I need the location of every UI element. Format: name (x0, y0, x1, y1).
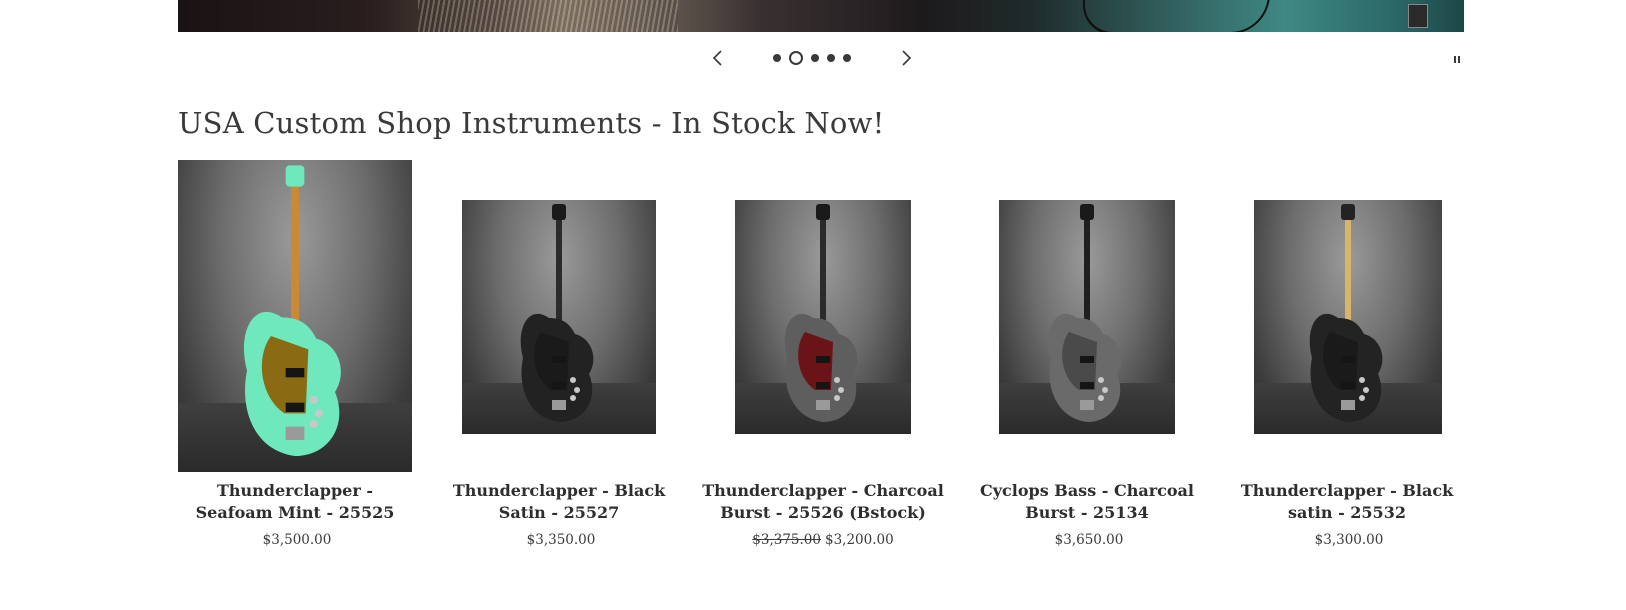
product-image[interactable] (1254, 200, 1442, 434)
product-title[interactable]: Thunderclapper - Black Satin - 25527 (442, 480, 676, 524)
product-image[interactable] (462, 200, 656, 434)
product-card[interactable]: Thunderclapper - Charcoal Burst - 25526 … (702, 160, 944, 548)
product-image[interactable] (735, 200, 911, 434)
product-compare-price: $3,375.00 (752, 532, 821, 548)
product-card[interactable]: Cyclops Bass - Charcoal Burst - 25134 $3… (970, 160, 1204, 548)
product-card[interactable]: Thunderclapper - Seafoam Mint - 25525 $3… (178, 160, 412, 548)
product-title[interactable]: Thunderclapper - Seafoam Mint - 25525 (178, 480, 412, 524)
hero-slide-image (178, 0, 1464, 32)
product-price: $3,650.00 (1054, 532, 1124, 548)
slide-dot[interactable] (811, 54, 819, 62)
product-card[interactable]: Thunderclapper - Black satin - 25532 $3,… (1230, 160, 1464, 548)
section-title: USA Custom Shop Instruments - In Stock N… (178, 106, 885, 140)
slide-dot[interactable] (827, 54, 835, 62)
slideshow-controls (0, 44, 1626, 72)
product-image[interactable] (999, 200, 1175, 434)
pause-icon[interactable] (1452, 54, 1462, 64)
product-price: $3,500.00 (262, 532, 332, 548)
product-image[interactable] (178, 160, 412, 472)
product-title[interactable]: Thunderclapper - Black satin - 25532 (1230, 480, 1464, 524)
slide-dot[interactable] (843, 54, 851, 62)
product-card[interactable]: Thunderclapper - Black Satin - 25527 $3,… (442, 160, 676, 548)
slide-dots (773, 50, 851, 66)
product-title[interactable]: Cyclops Bass - Charcoal Burst - 25134 (970, 480, 1204, 524)
slide-dot[interactable] (773, 54, 781, 62)
chevron-left-icon[interactable] (708, 48, 728, 68)
product-title[interactable]: Thunderclapper - Charcoal Burst - 25526 … (696, 480, 950, 524)
product-price: $3,350.00 (526, 532, 596, 548)
product-price: $3,375.00 $3,200.00 (752, 532, 894, 548)
product-grid: Thunderclapper - Seafoam Mint - 25525 $3… (178, 160, 1464, 560)
chevron-right-icon[interactable] (896, 48, 916, 68)
slide-dot-active[interactable] (789, 51, 803, 65)
product-price: $3,300.00 (1314, 532, 1384, 548)
